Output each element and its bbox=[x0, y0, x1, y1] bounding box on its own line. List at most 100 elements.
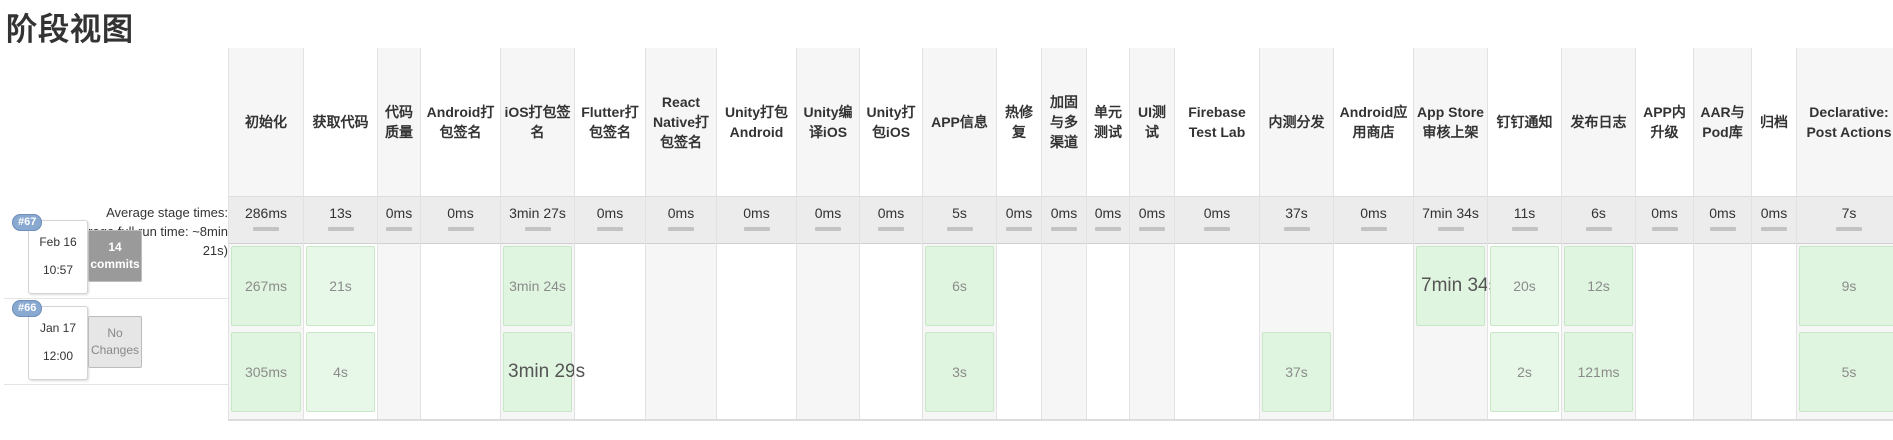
stage-average-bar bbox=[1204, 227, 1230, 231]
build-badge[interactable]: #67 bbox=[12, 214, 43, 231]
stage-average: 286ms bbox=[229, 196, 303, 244]
stage-column: 代码质量 0ms bbox=[377, 48, 420, 420]
stage-average-bar bbox=[386, 227, 412, 231]
stage-cell[interactable]: 6s bbox=[925, 246, 994, 326]
stage-cell[interactable]: 2s bbox=[1490, 332, 1559, 412]
stage-average-time: 286ms bbox=[244, 205, 288, 221]
build-time: 10:57 bbox=[42, 263, 74, 277]
stage-average-time: 11s bbox=[1513, 205, 1536, 221]
stage-average-bar bbox=[878, 227, 904, 231]
stage-average-time: 0ms bbox=[447, 205, 474, 221]
stage-header: 单元测试 bbox=[1094, 104, 1122, 140]
stage-average: 6s bbox=[1562, 196, 1635, 244]
stage-average-bar bbox=[524, 227, 551, 231]
stage-cell[interactable]: 20s bbox=[1490, 246, 1559, 326]
stage-header: Flutter打包签名 bbox=[581, 104, 639, 140]
stage-header: 发布日志 bbox=[1570, 114, 1627, 130]
stage-column: Flutter打包签名 0ms bbox=[574, 48, 645, 420]
stage-average-time: 3min 27s bbox=[509, 205, 566, 221]
stage-header: App Store审核上架 bbox=[1417, 104, 1484, 140]
stage-average-bar bbox=[327, 227, 354, 231]
build-history-column: Average stage times: (Average full run t… bbox=[0, 48, 228, 428]
build-date: Feb 16 bbox=[39, 235, 77, 249]
stage-cell[interactable]: 5s bbox=[1799, 332, 1893, 412]
stage-header: 代码质量 bbox=[385, 104, 413, 140]
stage-column: 发布日志 6s 12s 121ms bbox=[1561, 48, 1635, 420]
stage-header: 热修复 bbox=[1005, 104, 1033, 140]
stage-average-time: 0ms bbox=[1709, 205, 1736, 221]
stage-average-bar bbox=[1709, 227, 1736, 231]
stage-header: iOS打包签名 bbox=[504, 104, 571, 140]
build-row-67: #67 Feb 16 10:57 14 commits bbox=[4, 214, 228, 299]
stage-average-time: 7min 34s bbox=[1422, 205, 1479, 221]
build-row-66: #66 Jan 17 12:00 No Changes bbox=[4, 300, 228, 385]
stage-column: 获取代码 13s 21s 4s bbox=[303, 48, 377, 420]
stage-cell[interactable]: 3min 24s bbox=[503, 246, 572, 326]
stage-header: Firebase Test Lab bbox=[1188, 104, 1246, 140]
stage-average-time: 0ms bbox=[1360, 205, 1387, 221]
stage-average-bar bbox=[1139, 227, 1165, 231]
build-date: Jan 17 bbox=[39, 321, 77, 335]
stage-average: 0ms bbox=[1042, 196, 1086, 244]
stage-average: 0ms bbox=[646, 196, 716, 244]
stage-average-time: 0ms bbox=[1203, 205, 1231, 221]
stage-cell[interactable]: 21s bbox=[306, 246, 375, 326]
stage-cell[interactable]: 267ms bbox=[231, 246, 301, 326]
stage-column: Unity打包iOS 0ms bbox=[859, 48, 922, 420]
stage-header: 归档 bbox=[1760, 114, 1788, 130]
stage-header: 加固与多渠道 bbox=[1050, 94, 1078, 150]
stage-cell[interactable]: 3s bbox=[925, 332, 994, 412]
stage-average: 0ms bbox=[717, 196, 796, 244]
stage-column: Firebase Test Lab 0ms bbox=[1174, 48, 1259, 420]
stage-header: 内测分发 bbox=[1268, 114, 1325, 130]
stage-column: APP内升级 0ms bbox=[1635, 48, 1693, 420]
build-changes-button[interactable]: No Changes bbox=[88, 316, 142, 368]
stage-header: 初始化 bbox=[245, 114, 287, 130]
stage-column: APP信息 5s 6s 3s bbox=[922, 48, 996, 420]
stage-column: Android应用商店 0ms bbox=[1333, 48, 1413, 420]
stage-average-time: 0ms bbox=[1651, 205, 1678, 221]
stage-header: Declarative: Post Actions bbox=[1806, 104, 1892, 140]
stage-average-bar bbox=[815, 227, 841, 231]
stage-average-time: 0ms bbox=[1138, 205, 1166, 221]
stage-cell[interactable]: 9s bbox=[1799, 246, 1893, 326]
build-changes-button[interactable]: 14 commits bbox=[88, 230, 142, 282]
stage-average-bar bbox=[1360, 227, 1387, 231]
stage-column: 归档 0ms bbox=[1751, 48, 1796, 420]
stage-average-bar bbox=[1511, 227, 1538, 231]
stage-cell[interactable]: 37s bbox=[1262, 332, 1331, 412]
stage-average-time: 0ms bbox=[1760, 205, 1788, 221]
stage-cell[interactable]: 3min 29s bbox=[503, 332, 585, 412]
stage-column: UI测试 0ms bbox=[1129, 48, 1174, 420]
stage-average-bar bbox=[447, 227, 474, 231]
stage-average: 13s bbox=[304, 196, 377, 244]
stage-average: 7s bbox=[1797, 196, 1893, 244]
stage-cell[interactable]: 121ms bbox=[1564, 332, 1633, 412]
stage-column: 加固与多渠道 0ms bbox=[1041, 48, 1086, 420]
stage-header: APP信息 bbox=[931, 114, 988, 130]
stage-cell[interactable]: 7min 34s bbox=[1416, 246, 1498, 326]
stage-header: AAR与Pod库 bbox=[1700, 104, 1745, 140]
stage-column: 单元测试 0ms bbox=[1086, 48, 1129, 420]
stage-average: 0ms bbox=[421, 196, 500, 244]
stage-average-bar bbox=[253, 227, 279, 231]
stage-header: Unity打包iOS bbox=[866, 104, 916, 140]
stage-cell[interactable]: 305ms bbox=[231, 332, 301, 412]
stage-average: 11s bbox=[1488, 196, 1561, 244]
stage-column: Unity编译iOS 0ms bbox=[796, 48, 859, 420]
stage-header: APP内升级 bbox=[1643, 104, 1686, 140]
stage-average-bar bbox=[1437, 227, 1464, 231]
stage-average-time: 7s bbox=[1841, 205, 1857, 221]
build-badge[interactable]: #66 bbox=[12, 300, 43, 317]
stage-average-time: 0ms bbox=[743, 205, 770, 221]
stage-header: 获取代码 bbox=[312, 114, 369, 130]
stage-average: 5s bbox=[923, 196, 996, 244]
stage-cell[interactable]: 4s bbox=[306, 332, 375, 412]
stage-cell[interactable]: 12s bbox=[1564, 246, 1633, 326]
changes-line1: No bbox=[107, 326, 123, 340]
stage-average-time: 0ms bbox=[596, 205, 624, 221]
stage-average-bar bbox=[946, 227, 973, 231]
stage-average-time: 0ms bbox=[814, 205, 842, 221]
build-date-box[interactable]: Jan 17 12:00 bbox=[28, 306, 88, 380]
build-date-box[interactable]: Feb 16 10:57 bbox=[28, 220, 88, 294]
